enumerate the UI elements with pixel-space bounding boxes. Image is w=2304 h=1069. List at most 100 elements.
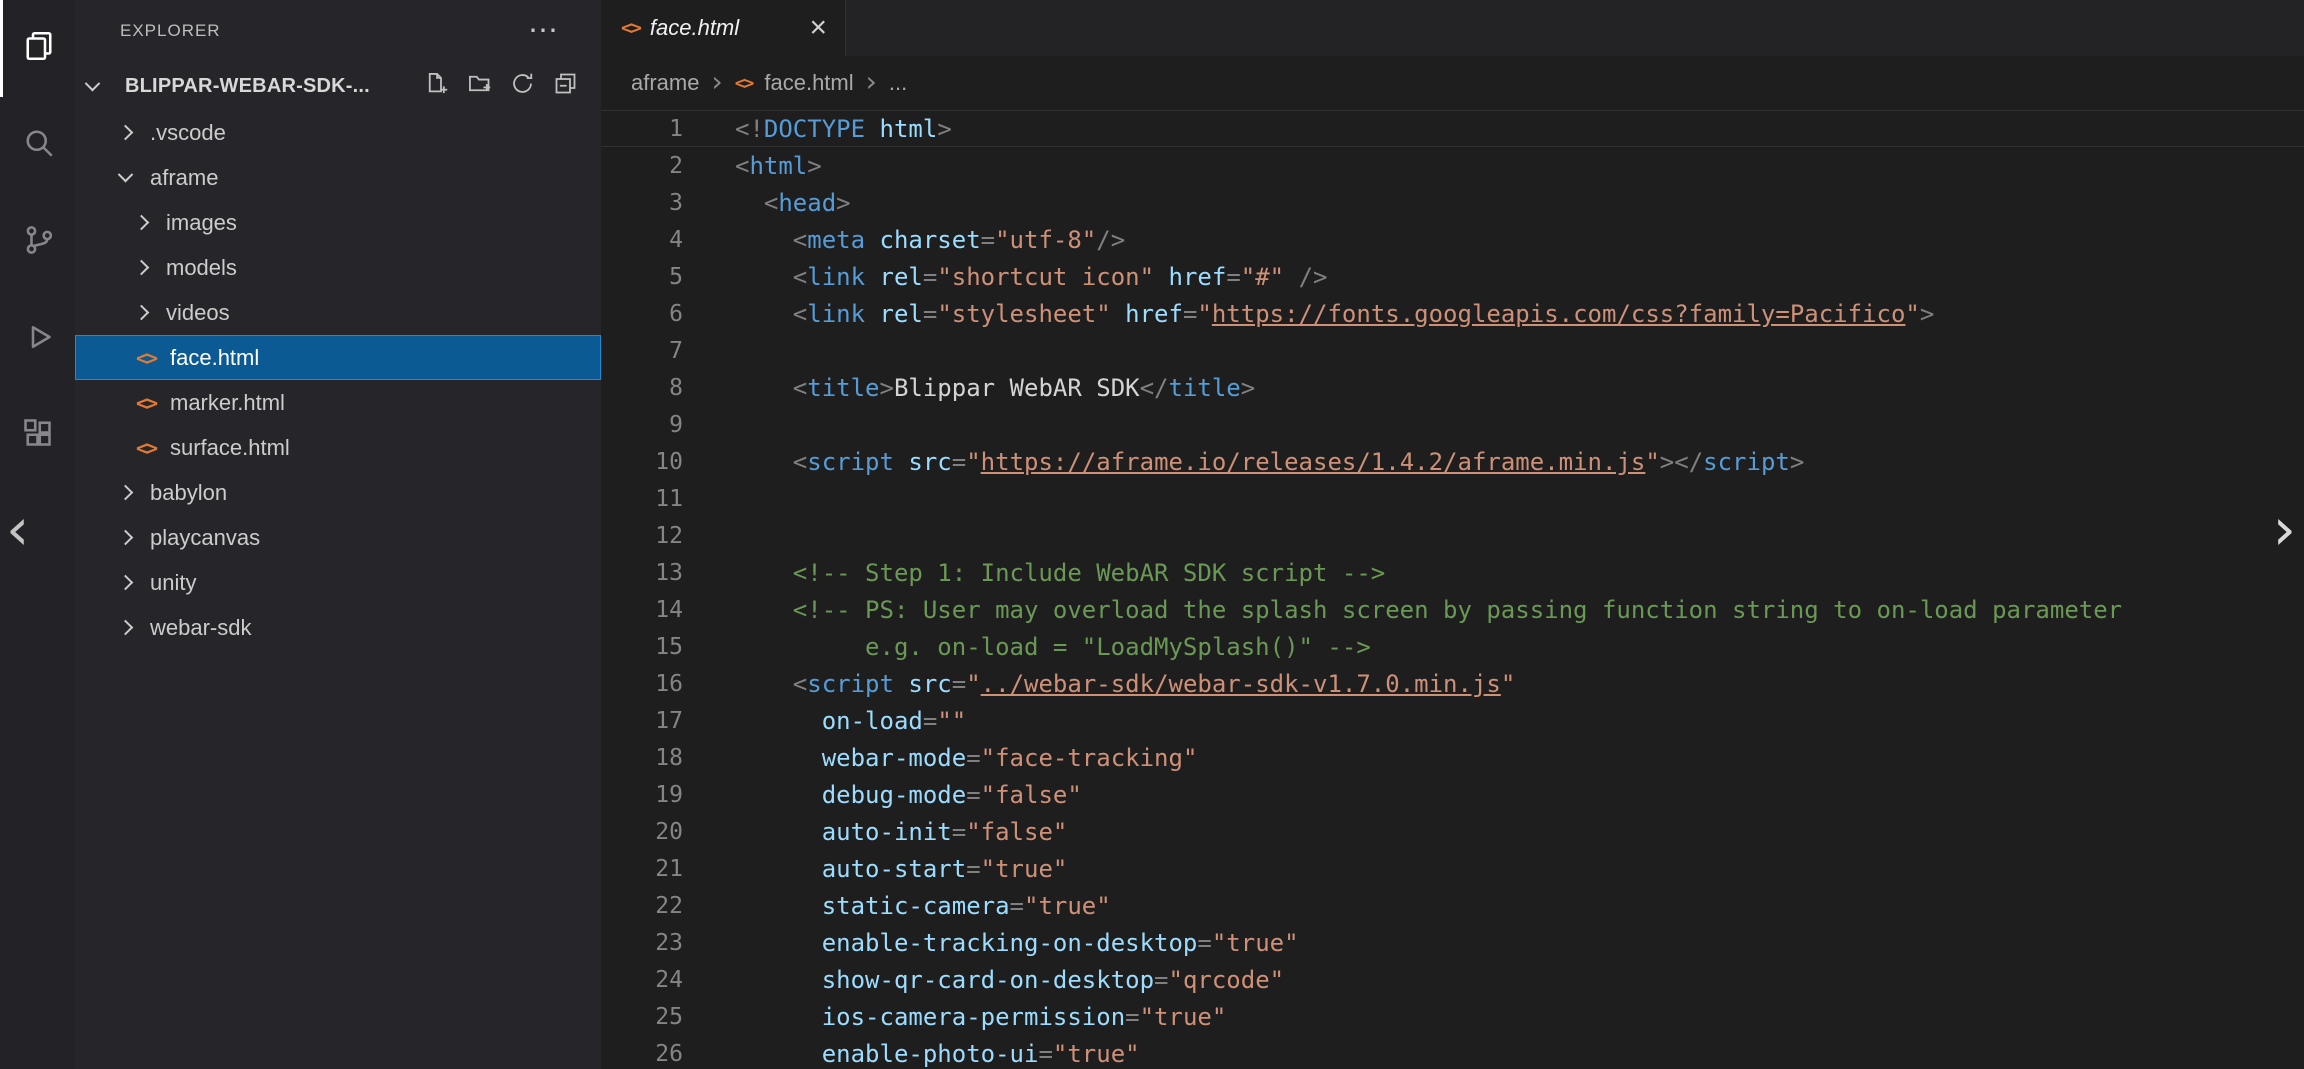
new-folder-icon[interactable] (466, 70, 493, 102)
chevron-right-icon (134, 305, 150, 321)
line-number: 18 (601, 745, 683, 771)
tab-face-html[interactable]: <> face.html × (601, 0, 846, 56)
explorer-actions (423, 70, 579, 102)
code-text: <head> (683, 189, 851, 217)
code-text: enable-photo-ui="true" (683, 1040, 1140, 1068)
line-number: 8 (601, 375, 683, 401)
breadcrumb-symbol-ellipsis[interactable]: ... (889, 70, 907, 96)
code-line-21[interactable]: 21 auto-start="true" (601, 850, 2304, 887)
code-line-6[interactable]: 6 <link rel="stylesheet" href="https://f… (601, 295, 2304, 332)
line-number: 12 (601, 523, 683, 549)
source-control-icon (21, 222, 57, 263)
breadcrumb: aframe › <> face.html › ... (601, 56, 2304, 110)
code-text: <!-- Step 1: Include WebAR SDK script --… (683, 559, 1385, 587)
tree-item-webar-sdk[interactable]: webar-sdk (75, 605, 601, 650)
overlay-right-chevron[interactable]: › (2273, 500, 2296, 558)
chevron-right-icon (118, 125, 134, 141)
code-line-16[interactable]: 16 <script src="../webar-sdk/webar-sdk-v… (601, 665, 2304, 702)
code-line-18[interactable]: 18 webar-mode="face-tracking" (601, 739, 2304, 776)
collapse-all-icon[interactable] (552, 70, 579, 102)
code-text: auto-start="true" (683, 855, 1067, 883)
code-line-20[interactable]: 20 auto-init="false" (601, 813, 2304, 850)
workspace-header[interactable]: BLIPPAR-WEBAR-SDK-... (75, 62, 601, 110)
close-tab-button[interactable]: × (807, 13, 829, 43)
extensions-activity-button[interactable] (0, 388, 75, 485)
line-number: 26 (601, 1041, 683, 1067)
code-line-5[interactable]: 5 <link rel="shortcut icon" href="#" /> (601, 258, 2304, 295)
breadcrumb-folder[interactable]: aframe (631, 70, 699, 96)
source-control-activity-button[interactable] (0, 194, 75, 291)
tree-item-face-html[interactable]: <>face.html (75, 335, 601, 380)
chevron-right-icon: › (866, 68, 877, 96)
code-line-9[interactable]: 9 (601, 406, 2304, 443)
code-line-25[interactable]: 25 ios-camera-permission="true" (601, 998, 2304, 1035)
code-line-7[interactable]: 7 (601, 332, 2304, 369)
refresh-icon[interactable] (509, 70, 536, 102)
line-number: 19 (601, 782, 683, 808)
tree-item-label: babylon (150, 480, 227, 506)
tree-item-babylon[interactable]: babylon (75, 470, 601, 515)
tree-item--vscode[interactable]: .vscode (75, 110, 601, 155)
code-line-19[interactable]: 19 debug-mode="false" (601, 776, 2304, 813)
search-activity-button[interactable] (0, 97, 75, 194)
tab-bar: <> face.html × (601, 0, 2304, 56)
code-line-2[interactable]: 2<html> (601, 147, 2304, 184)
code-line-1[interactable]: 1<!DOCTYPE html> (601, 110, 2304, 147)
line-number: 9 (601, 412, 683, 438)
tree-item-label: marker.html (170, 390, 285, 416)
new-file-icon[interactable] (423, 70, 450, 102)
tree-item-marker-html[interactable]: <>marker.html (75, 380, 601, 425)
code-line-4[interactable]: 4 <meta charset="utf-8"/> (601, 221, 2304, 258)
code-text: e.g. on-load = "LoadMySplash()" --> (683, 633, 1371, 661)
tree-item-playcanvas[interactable]: playcanvas (75, 515, 601, 560)
tree-item-label: models (166, 255, 237, 281)
line-number: 14 (601, 597, 683, 623)
chevron-right-icon (118, 575, 134, 591)
tree-item-label: surface.html (170, 435, 290, 461)
code-line-23[interactable]: 23 enable-tracking-on-desktop="true" (601, 924, 2304, 961)
code-line-17[interactable]: 17 on-load="" (601, 702, 2304, 739)
explorer-title: EXPLORER (120, 21, 221, 41)
chevron-right-icon: › (711, 68, 722, 96)
code-line-22[interactable]: 22 static-camera="true" (601, 887, 2304, 924)
line-number: 17 (601, 708, 683, 734)
code-line-3[interactable]: 3 <head> (601, 184, 2304, 221)
line-number: 10 (601, 449, 683, 475)
line-number: 7 (601, 338, 683, 364)
code-text: <html> (683, 152, 822, 180)
code-text: <link rel="stylesheet" href="https://fon… (683, 300, 1934, 328)
code-text: auto-init="false" (683, 818, 1067, 846)
tree-item-label: aframe (150, 165, 218, 191)
code-line-26[interactable]: 26 enable-photo-ui="true" (601, 1035, 2304, 1069)
code-line-13[interactable]: 13 <!-- Step 1: Include WebAR SDK script… (601, 554, 2304, 591)
html-file-icon: <> (136, 391, 170, 415)
line-number: 16 (601, 671, 683, 697)
tree-item-aframe[interactable]: aframe (75, 155, 601, 200)
code-line-11[interactable]: 11 (601, 480, 2304, 517)
chevron-right-icon (118, 485, 134, 501)
code-text: <script src="../webar-sdk/webar-sdk-v1.7… (683, 670, 1515, 698)
code-line-15[interactable]: 15 e.g. on-load = "LoadMySplash()" --> (601, 628, 2304, 665)
code-text: <title>Blippar WebAR SDK</title> (683, 374, 1255, 402)
overlay-left-chevron[interactable]: ‹ (6, 500, 29, 558)
tree-item-surface-html[interactable]: <>surface.html (75, 425, 601, 470)
run-debug-activity-button[interactable] (0, 291, 75, 388)
tree-item-unity[interactable]: unity (75, 560, 601, 605)
tree-item-images[interactable]: images (75, 200, 601, 245)
code-line-8[interactable]: 8 <title>Blippar WebAR SDK</title> (601, 369, 2304, 406)
tree-item-videos[interactable]: videos (75, 290, 601, 335)
line-number: 22 (601, 893, 683, 919)
breadcrumb-file[interactable]: face.html (764, 70, 853, 96)
tree-item-models[interactable]: models (75, 245, 601, 290)
html-file-icon: <> (136, 436, 170, 460)
code-line-14[interactable]: 14 <!-- PS: User may overload the splash… (601, 591, 2304, 628)
tree-item-label: playcanvas (150, 525, 260, 551)
code-line-10[interactable]: 10 <script src="https://aframe.io/releas… (601, 443, 2304, 480)
explorer-activity-button[interactable] (0, 0, 75, 97)
code-line-24[interactable]: 24 show-qr-card-on-desktop="qrcode" (601, 961, 2304, 998)
line-number: 25 (601, 1004, 683, 1030)
tab-label: face.html (650, 15, 798, 41)
line-number: 21 (601, 856, 683, 882)
code-lines[interactable]: 1<!DOCTYPE html>2<html>3 <head>4 <meta c… (601, 110, 2304, 1069)
code-line-12[interactable]: 12 (601, 517, 2304, 554)
